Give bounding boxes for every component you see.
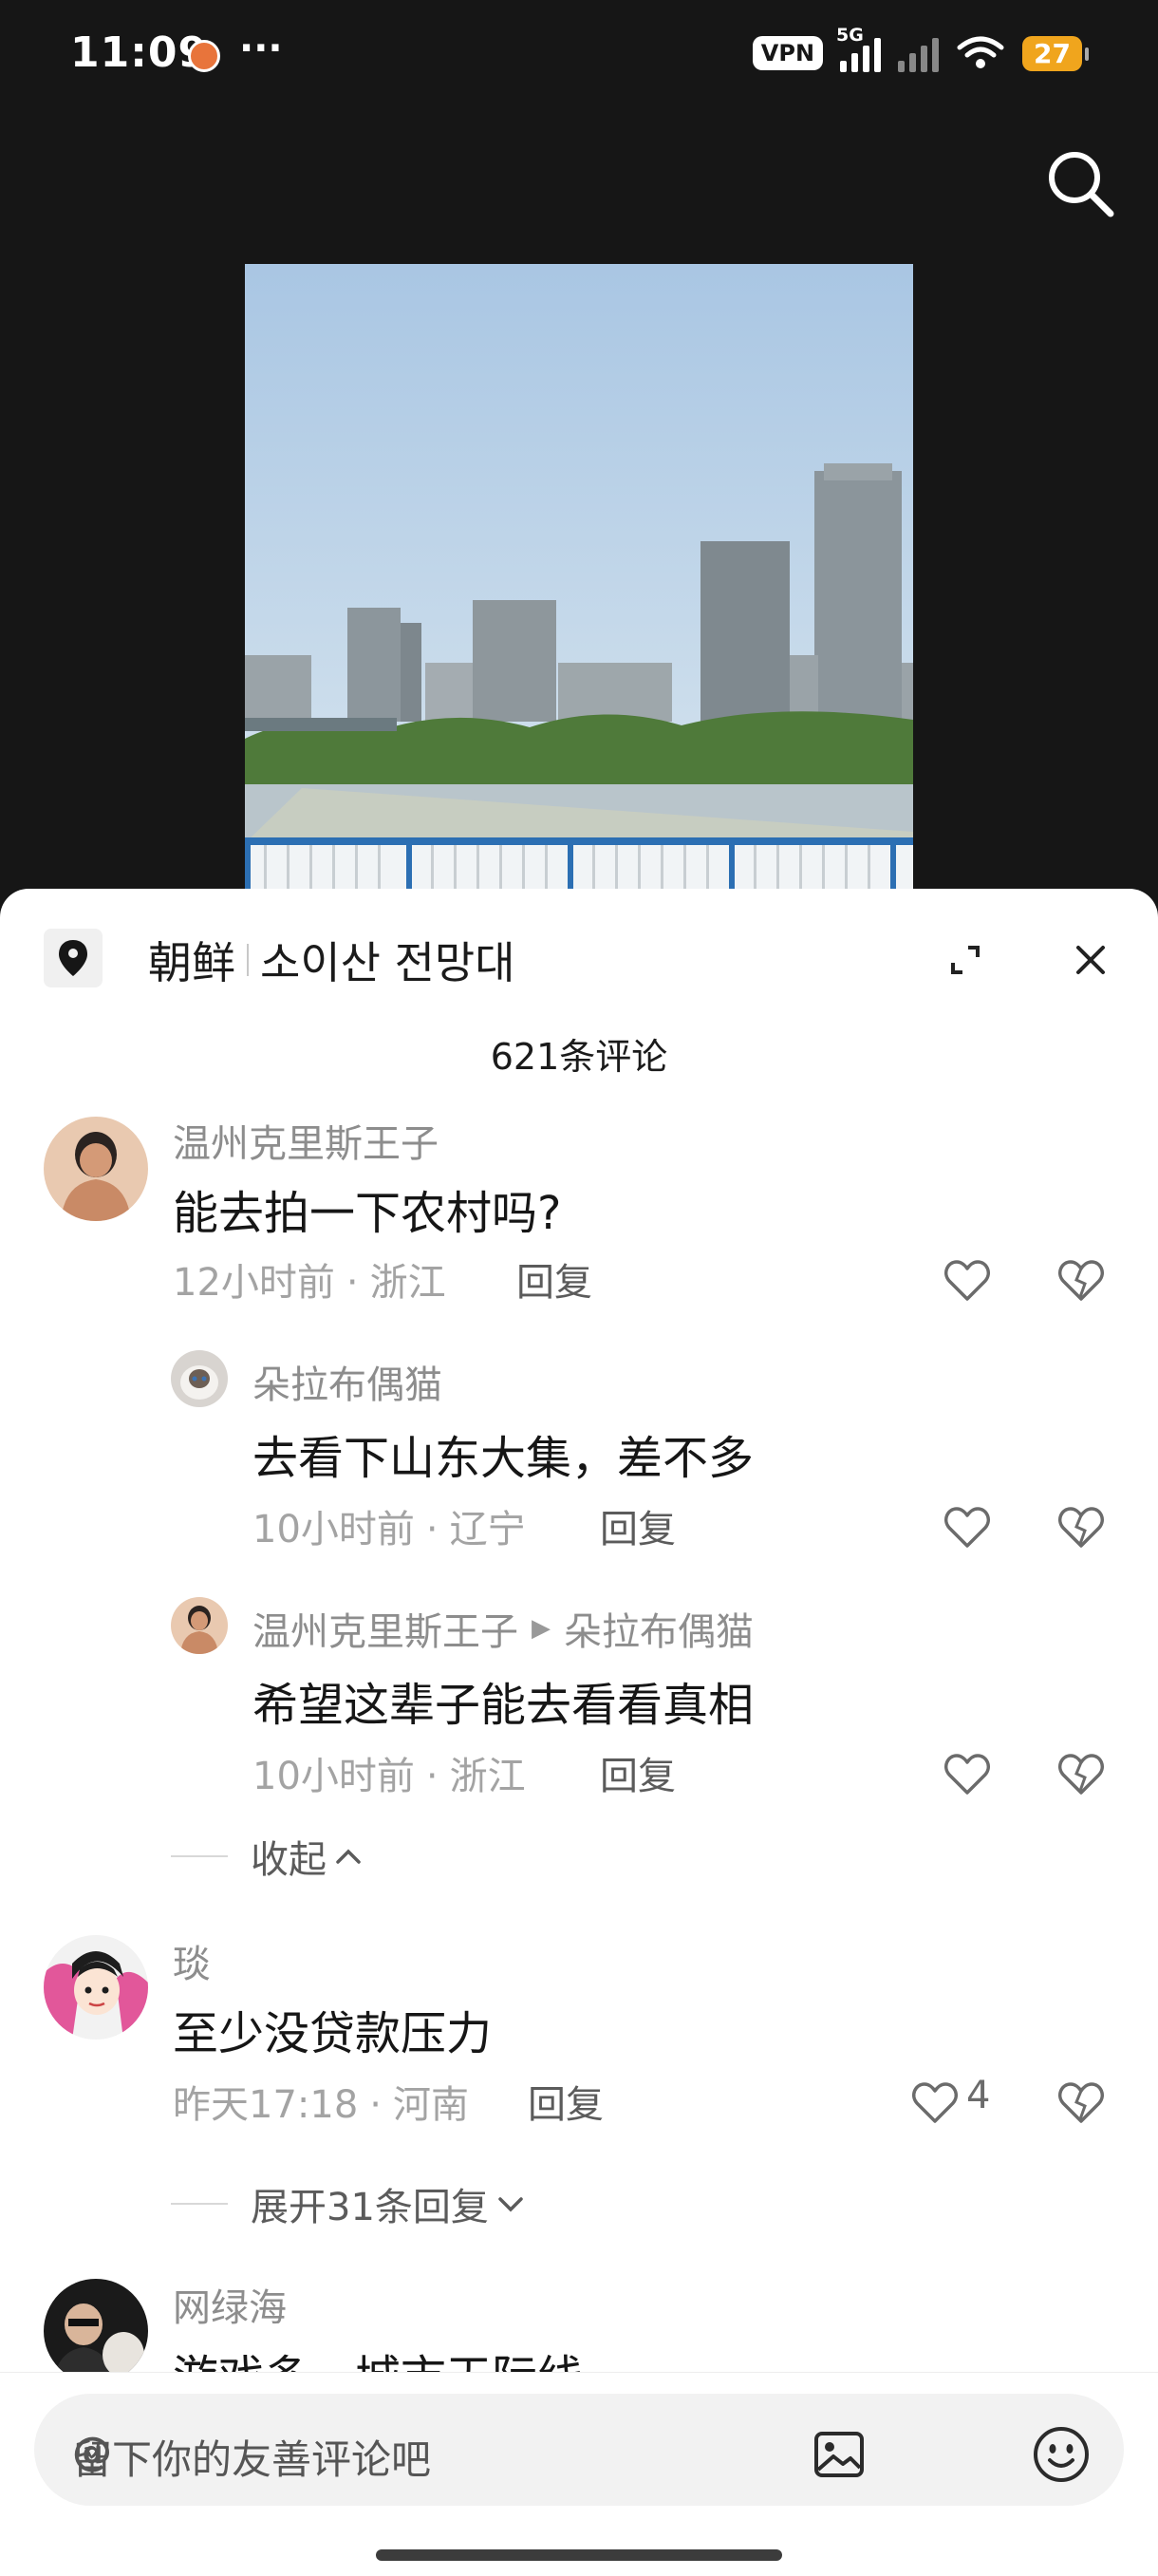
expand-icon[interactable]: [942, 936, 989, 984]
comment-time: 12小时前: [173, 1261, 335, 1305]
vpn-badge: VPN: [752, 36, 824, 70]
reply-button[interactable]: 回复: [600, 1745, 676, 1800]
network-type-label: 5G: [836, 25, 864, 46]
reply-username[interactable]: 朵拉布偶猫: [252, 1354, 442, 1409]
heart-icon[interactable]: [911, 2081, 959, 2125]
comment-username[interactable]: 温州克里斯王子: [173, 1113, 439, 1168]
divider-line: [171, 1855, 228, 1857]
image-icon[interactable]: [811, 2426, 868, 2483]
comment-text: 能去拍一下农村吗?: [173, 1187, 562, 1240]
reply-to-arrow-icon: ▶: [532, 1614, 551, 1643]
broken-heart-icon[interactable]: [1057, 1259, 1105, 1303]
location-country: 朝鲜: [148, 937, 235, 988]
wifi-icon: [957, 36, 1004, 68]
comment-region: 河南: [393, 2083, 469, 2127]
location-label[interactable]: 朝鲜 소이산 전망대: [148, 929, 515, 991]
more-notifications-icon: ···: [239, 27, 283, 70]
reply-region: 辽宁: [449, 1508, 526, 1551]
chevron-up-icon: [336, 1849, 361, 1864]
video-preview-image[interactable]: [245, 264, 913, 891]
heart-icon[interactable]: [943, 1506, 991, 1550]
comment-username[interactable]: 琰: [173, 1933, 211, 1988]
comment-time: 昨天17:18: [173, 2083, 359, 2127]
broken-heart-icon[interactable]: [1057, 1753, 1105, 1796]
collapse-label: 收起: [251, 1838, 327, 1882]
location-separator: [247, 944, 249, 976]
comment-meta: 昨天17:18 · 河南: [173, 2083, 469, 2127]
heart-icon[interactable]: [943, 1753, 991, 1796]
search-icon[interactable]: [1044, 147, 1116, 219]
avatar[interactable]: [171, 1597, 228, 1654]
comment-meta: 12小时前 · 浙江: [173, 1261, 446, 1305]
reply-time: 10小时前: [252, 1755, 415, 1798]
cellular-signal-icon: 5G: [836, 25, 882, 72]
comment-input-placeholder: 留下你的友善评论吧: [72, 2436, 432, 2483]
avatar[interactable]: [171, 1350, 228, 1407]
comment-input-bar: 留下你的友善评论吧 @: [0, 2372, 1158, 2576]
comment-text: 至少没贷款压力: [173, 2007, 493, 2060]
location-pin-icon[interactable]: [44, 929, 103, 987]
broken-heart-icon[interactable]: [1057, 1506, 1105, 1550]
emoji-icon[interactable]: [1031, 2424, 1092, 2485]
reply-time: 10小时前: [252, 1508, 415, 1551]
reply-text: 希望这辈子能去看看真相: [252, 1679, 755, 1732]
reply-text: 去看下山东大集，差不多: [252, 1432, 755, 1485]
chevron-down-icon: [498, 2197, 523, 2212]
avatar[interactable]: [44, 1117, 148, 1221]
reply-button[interactable]: 回复: [516, 1251, 592, 1307]
status-bar: 11:09 ··· VPN 5G 27: [0, 0, 1158, 114]
battery-indicator: 27: [1022, 35, 1089, 71]
comment-region: 浙江: [369, 1261, 446, 1305]
close-icon[interactable]: [1067, 936, 1114, 984]
expand-label: 展开31条回复: [251, 2186, 489, 2229]
cellular-signal-2-icon: [898, 34, 940, 72]
expand-replies-button[interactable]: 展开31条回复: [171, 2176, 527, 2231]
reply-meta: 10小时前 · 浙江: [252, 1755, 526, 1798]
home-indicator[interactable]: [376, 2549, 782, 2561]
divider-line: [171, 2203, 228, 2205]
comments-sheet: 朝鲜 소이산 전망대 621条评论 温州克里斯王子 能去拍一下农村吗? 12小时…: [0, 889, 1158, 2575]
reply-username-line: 温州克里斯王子 ▶ 朵拉布偶猫: [252, 1601, 754, 1656]
reply-meta: 10小时前 · 辽宁: [252, 1508, 526, 1551]
avatar[interactable]: [44, 1935, 148, 2040]
reply-to-username[interactable]: 朵拉布偶猫: [564, 1601, 754, 1656]
notification-app-icon: [188, 40, 220, 72]
reply-button[interactable]: 回复: [528, 2074, 604, 2129]
comment-count: 621条评论: [490, 1036, 668, 1078]
collapse-replies-button[interactable]: 收起: [171, 1829, 364, 1884]
reply-button[interactable]: 回复: [600, 1498, 676, 1553]
comment-username[interactable]: 网绿海: [173, 2277, 287, 2332]
heart-icon[interactable]: [943, 1259, 991, 1303]
like-count: 4: [966, 2074, 991, 2117]
reply-region: 浙江: [449, 1755, 526, 1798]
reply-username[interactable]: 温州克里斯王子: [252, 1601, 518, 1656]
broken-heart-icon[interactable]: [1057, 2081, 1105, 2125]
location-place: 소이산 전망대: [260, 937, 515, 988]
avatar[interactable]: [44, 2279, 148, 2383]
mention-icon[interactable]: @: [72, 2428, 112, 2474]
comment-input[interactable]: 留下你的友善评论吧 @: [34, 2394, 1124, 2506]
